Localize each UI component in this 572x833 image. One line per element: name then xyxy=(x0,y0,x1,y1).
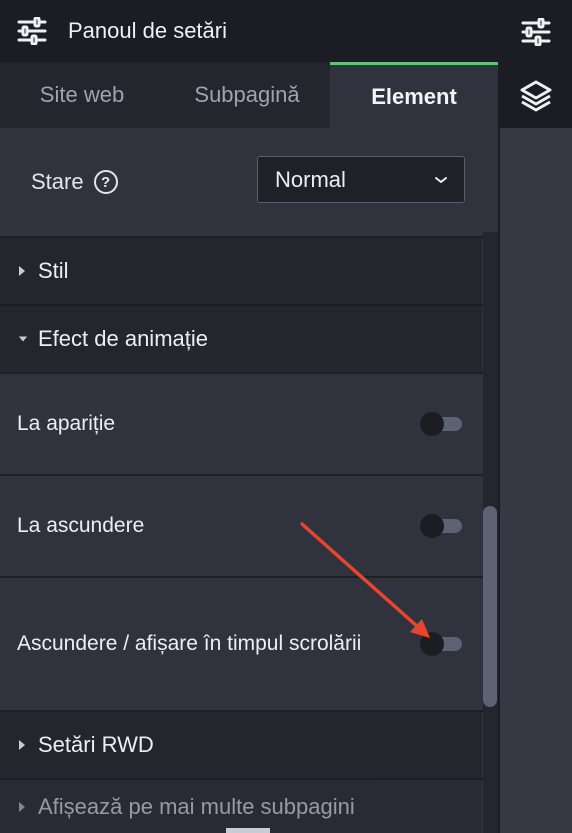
layers-icon[interactable] xyxy=(500,64,572,128)
sliders-icon[interactable] xyxy=(500,0,572,64)
chevron-down-icon xyxy=(435,176,447,183)
option-on-appear: La apariție xyxy=(0,374,482,474)
sliders-icon[interactable] xyxy=(16,15,48,47)
caret-right-icon xyxy=(18,739,28,751)
section-animation-label: Efect de animație xyxy=(38,326,208,351)
panel-header: Panoul de setări xyxy=(0,0,498,62)
option-scroll-hide-show: Ascundere / afișare în timpul scrolării xyxy=(0,578,482,710)
option-label: Ascundere / afișare în timpul scrolării xyxy=(17,632,362,655)
state-select[interactable]: Normal xyxy=(257,156,465,203)
question-circle-icon[interactable]: ? xyxy=(93,170,118,194)
panel-title: Panoul de setări xyxy=(68,18,227,43)
option-label: La apariție xyxy=(17,412,116,435)
tab-subpage[interactable]: Subpagină xyxy=(164,62,330,128)
scrollbar-thumb[interactable] xyxy=(483,506,497,707)
settings-panel: Panoul de setări Site web Subpagină Elem… xyxy=(0,0,498,833)
caret-right-icon xyxy=(18,265,28,277)
resize-handle[interactable] xyxy=(226,828,270,833)
right-rail xyxy=(500,0,572,833)
state-row: Stare ? Normal xyxy=(0,128,498,236)
tab-website[interactable]: Site web xyxy=(0,62,164,128)
section-multiple-subpages-label: Afișează pe mai multe subpagini xyxy=(38,793,355,819)
option-on-hide: La ascundere xyxy=(0,476,482,576)
section-multiple-subpages[interactable]: Afișează pe mai multe subpagini xyxy=(0,780,482,833)
section-rwd[interactable]: Setări RWD xyxy=(0,712,482,778)
state-select-value: Normal xyxy=(275,166,346,192)
section-style-label: Stil xyxy=(38,258,69,283)
toggle-on-hide[interactable] xyxy=(420,514,464,538)
tab-bar: Site web Subpagină Element xyxy=(0,62,498,128)
option-label: La ascundere xyxy=(17,514,145,537)
tab-element[interactable]: Element xyxy=(330,62,498,128)
toggle-scroll-hide-show[interactable] xyxy=(420,632,464,656)
state-label: Stare xyxy=(31,169,84,194)
section-animation[interactable]: Efect de animație xyxy=(0,306,482,372)
caret-down-icon xyxy=(18,335,28,343)
toggle-on-appear[interactable] xyxy=(420,412,464,436)
section-rwd-label: Setări RWD xyxy=(38,732,154,757)
section-style[interactable]: Stil xyxy=(0,238,482,304)
caret-right-icon xyxy=(18,801,28,813)
